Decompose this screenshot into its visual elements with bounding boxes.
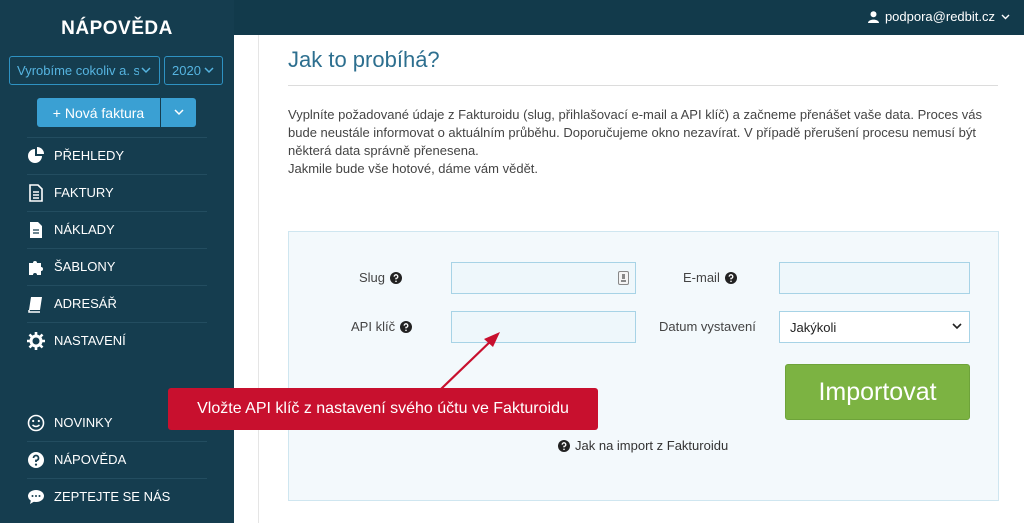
callout-annotation: Vložte API klíč z nastavení svého účtu v… [168, 388, 598, 430]
callout-arrow [440, 332, 500, 390]
